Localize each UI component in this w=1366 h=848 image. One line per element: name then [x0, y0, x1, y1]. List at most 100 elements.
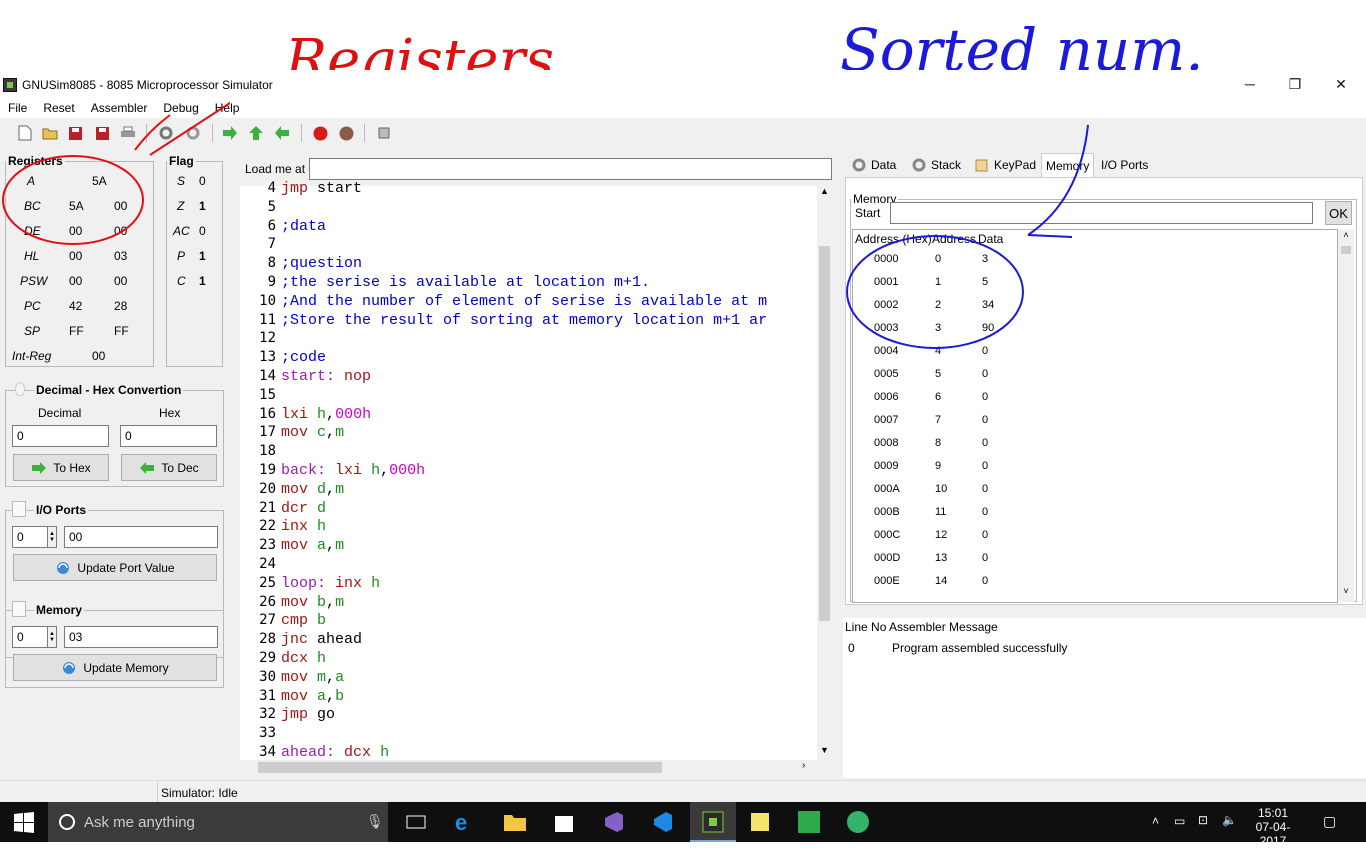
update-memory-button[interactable]: Update Memory: [13, 654, 217, 681]
memory-value-input[interactable]: 03: [64, 626, 218, 648]
io-value-input[interactable]: 00: [64, 526, 218, 548]
edge-icon[interactable]: e: [455, 810, 479, 835]
close-button[interactable]: ✕: [1318, 70, 1364, 98]
code-line: jmp go: [281, 706, 336, 724]
code-line: ;question: [281, 255, 363, 273]
code-line: ;the serise is available at location m+1…: [281, 274, 651, 291]
windows-start-icon[interactable]: [12, 810, 36, 834]
code-line: jmp start: [281, 180, 363, 197]
reg-psw-v2: 00: [114, 274, 128, 288]
breakpoint-icon[interactable]: [312, 125, 328, 141]
decimal-label: Decimal: [38, 406, 82, 420]
memory-legend: Memory: [34, 603, 85, 617]
memory-row-address: 9: [935, 460, 942, 472]
file-explorer-icon[interactable]: [503, 810, 527, 834]
browser-icon[interactable]: [846, 810, 870, 834]
clear-breakpoints-icon[interactable]: [338, 125, 354, 141]
visual-studio-icon[interactable]: [601, 810, 625, 834]
gnusim-taskbar-item[interactable]: [690, 802, 736, 842]
code-line: ;data: [281, 217, 327, 235]
line-number: 13: [259, 349, 276, 366]
stop-icon[interactable]: [376, 125, 392, 141]
to-dec-button[interactable]: To Dec: [121, 454, 217, 481]
line-number: 10: [259, 292, 276, 309]
to-hex-button[interactable]: To Hex: [13, 454, 109, 481]
update-port-button[interactable]: Update Port Value: [13, 554, 217, 581]
memory-row-hex: 000B: [874, 506, 900, 518]
step-back-icon[interactable]: [274, 125, 290, 141]
restore-button[interactable]: ❐: [1272, 70, 1318, 98]
memory-row-hex: 0005: [874, 368, 899, 380]
flag-p-label: P: [177, 249, 186, 263]
code-line: mov c,m: [281, 424, 345, 442]
memory-row-address: 7: [935, 414, 942, 426]
code-line: mov m,a: [281, 668, 345, 686]
cortana-icon: [59, 814, 75, 830]
io-port-spinner[interactable]: ▲ ▼: [47, 526, 57, 548]
line-number: 28: [259, 631, 276, 648]
arrow-left-icon: [140, 461, 155, 474]
app-green-icon[interactable]: [797, 810, 821, 834]
reg-sp-v1: FF: [69, 324, 84, 338]
code-line: mov d,m: [281, 480, 345, 498]
io-port-input[interactable]: 0: [12, 526, 48, 548]
refresh-icon: [63, 661, 76, 674]
task-view-icon[interactable]: [404, 810, 428, 834]
search-box[interactable]: Ask me anything 🎙: [48, 802, 388, 842]
editor-vscrollbar[interactable]: ▲ ▼: [817, 186, 832, 760]
reg-psw-v1: 00: [69, 274, 83, 288]
network-icon[interactable]: ⊡: [1198, 813, 1208, 827]
tab-io-ports[interactable]: I/O Ports: [1097, 153, 1152, 177]
volume-icon[interactable]: 🔈: [1222, 813, 1237, 827]
memory-row-data: 0: [982, 460, 989, 472]
code-editor[interactable]: 4 jmp start 5 6 ;data 7 8 ;question 9 ;the serise…: [240, 180, 832, 761]
memory-row-data: 0: [982, 414, 989, 426]
code-line: inx h: [281, 518, 327, 536]
step-up-icon[interactable]: [248, 125, 264, 141]
reg-sp-v2: FF: [114, 324, 129, 338]
hex-input[interactable]: 0: [120, 425, 217, 447]
code-line: back: lxi h,000h: [281, 462, 426, 479]
line-number: 7: [267, 236, 276, 253]
code-line: loop: inx h: [281, 574, 381, 592]
hex-label: Hex: [159, 406, 181, 420]
store-icon[interactable]: [552, 810, 576, 834]
action-center-icon[interactable]: ▢: [1323, 813, 1336, 830]
status-text: Simulator: Idle: [157, 782, 1364, 802]
show-hidden-icons-icon[interactable]: ˄: [1152, 814, 1159, 828]
microphone-icon[interactable]: 🎙: [366, 813, 384, 830]
line-number: 33: [259, 725, 276, 742]
line-number: 12: [259, 330, 276, 347]
col-line-no[interactable]: Line No: [845, 620, 886, 634]
reg-pc-v2: 28: [114, 299, 128, 313]
memory-vscrollbar[interactable]: ˄ ˅: [1338, 230, 1354, 602]
minimize-button[interactable]: ─: [1227, 70, 1273, 98]
annotation-blue-circle: [846, 124, 1089, 349]
memory-address-input[interactable]: 0: [12, 626, 48, 648]
tab-io-ports-label: I/O Ports: [1101, 158, 1149, 172]
bulb-icon: [15, 382, 25, 396]
line-number: 20: [259, 480, 276, 497]
line-number: 4: [267, 180, 276, 196]
line-number: 29: [259, 650, 276, 666]
editor-hscrollbar[interactable]: ›: [240, 760, 817, 775]
conversion-legend: Decimal - Hex Convertion: [34, 383, 184, 397]
line-number: 26: [259, 593, 276, 610]
memory-row-data: 0: [982, 437, 989, 449]
col-assembler-message[interactable]: Assembler Message: [889, 620, 998, 634]
line-number: 34: [259, 744, 276, 760]
battery-icon[interactable]: ▭: [1174, 814, 1185, 828]
vscode-icon[interactable]: [650, 810, 674, 834]
sticky-notes-icon[interactable]: [748, 810, 772, 834]
memory-address-spinner[interactable]: ▲ ▼: [47, 626, 57, 648]
to-hex-label: To Hex: [53, 460, 91, 475]
decimal-input[interactable]: 0: [12, 425, 109, 447]
arrow-right-icon: [32, 461, 47, 474]
status-bar: Simulator: Idle: [0, 780, 1366, 802]
line-number: 11: [259, 311, 276, 328]
memory-row-address: 10: [935, 483, 948, 495]
ok-button[interactable]: OK: [1325, 201, 1352, 225]
load-address-input[interactable]: [309, 158, 832, 180]
line-number: 5: [267, 198, 276, 215]
memory-row-hex: 0007: [874, 414, 899, 426]
